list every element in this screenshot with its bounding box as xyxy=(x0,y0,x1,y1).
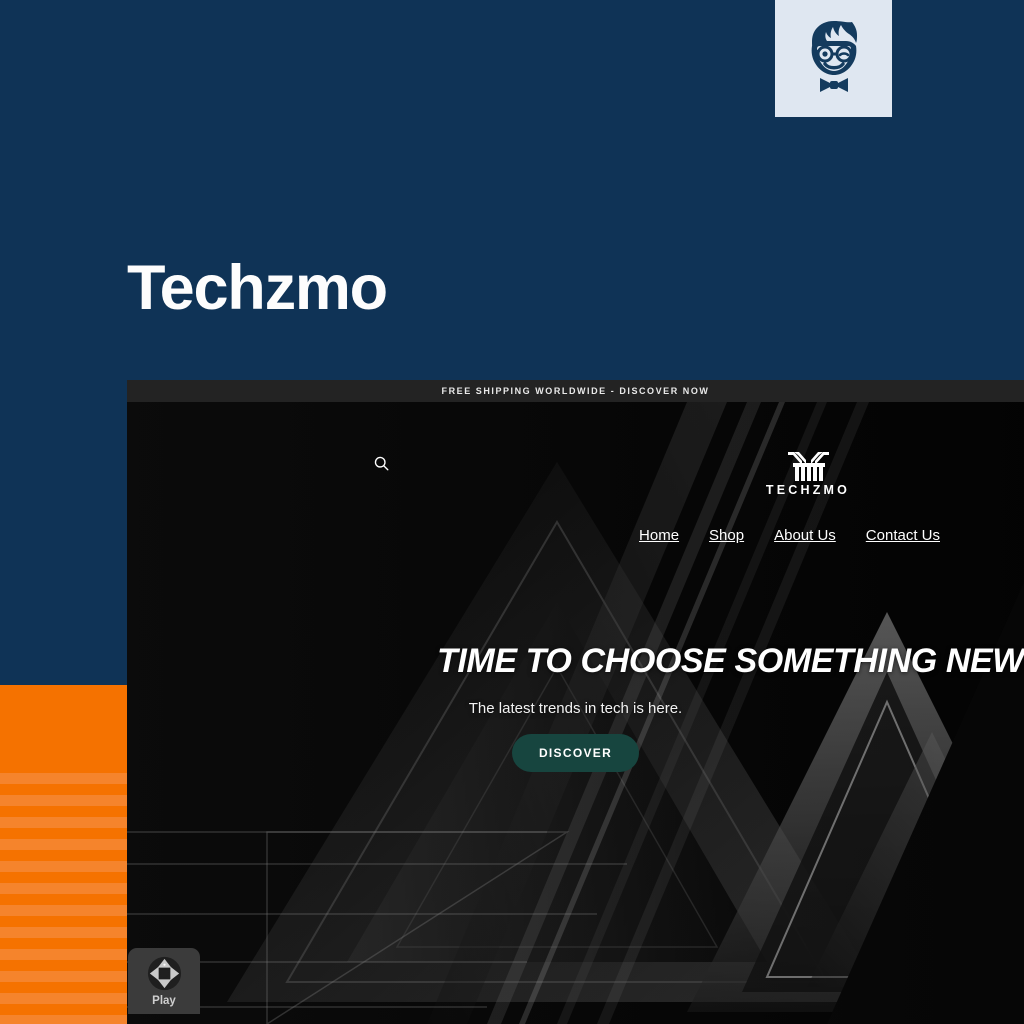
techzmo-t-mark-icon xyxy=(784,450,833,482)
play-widget[interactable]: Play xyxy=(128,948,200,1014)
hero-subheadline: The latest trends in tech is here. xyxy=(468,700,683,717)
site-logo[interactable]: TECHZMO xyxy=(753,450,863,497)
brand-logo-chip xyxy=(775,0,892,117)
play-label: Play xyxy=(152,995,176,1008)
nav-item-shop[interactable]: Shop xyxy=(709,527,744,544)
nav-item-contact-us[interactable]: Contact Us xyxy=(866,527,940,544)
site-header: TECHZMO Home Shop About Us Contact Us xyxy=(127,402,1024,544)
search-icon[interactable] xyxy=(368,450,394,476)
page-title: Techzmo xyxy=(127,253,388,323)
nav-item-about-us[interactable]: About Us xyxy=(774,527,836,544)
hero-headline: TIME TO CHOOSE SOMETHING NEW xyxy=(437,642,1024,680)
announcement-text: FREE SHIPPING WORLDWIDE - DISCOVER NOW xyxy=(441,386,710,396)
nav-item-home[interactable]: Home xyxy=(639,527,679,544)
nerd-boy-face-icon xyxy=(797,16,871,100)
announcement-bar[interactable]: FREE SHIPPING WORLDWIDE - DISCOVER NOW xyxy=(127,380,1024,402)
hero-copy: TIME TO CHOOSE SOMETHING NEW The latest … xyxy=(127,642,1024,772)
orange-stripes xyxy=(0,773,127,1024)
site-logo-wordmark: TECHZMO xyxy=(765,483,851,497)
dpad-icon xyxy=(145,954,184,993)
orange-striped-panel xyxy=(0,685,127,1024)
discover-button[interactable]: DISCOVER xyxy=(511,734,640,772)
site-nav: Home Shop About Us Contact Us xyxy=(639,527,940,544)
website-screenshot: FREE SHIPPING WORLDWIDE - DISCOVER NOW T… xyxy=(127,380,1024,1024)
